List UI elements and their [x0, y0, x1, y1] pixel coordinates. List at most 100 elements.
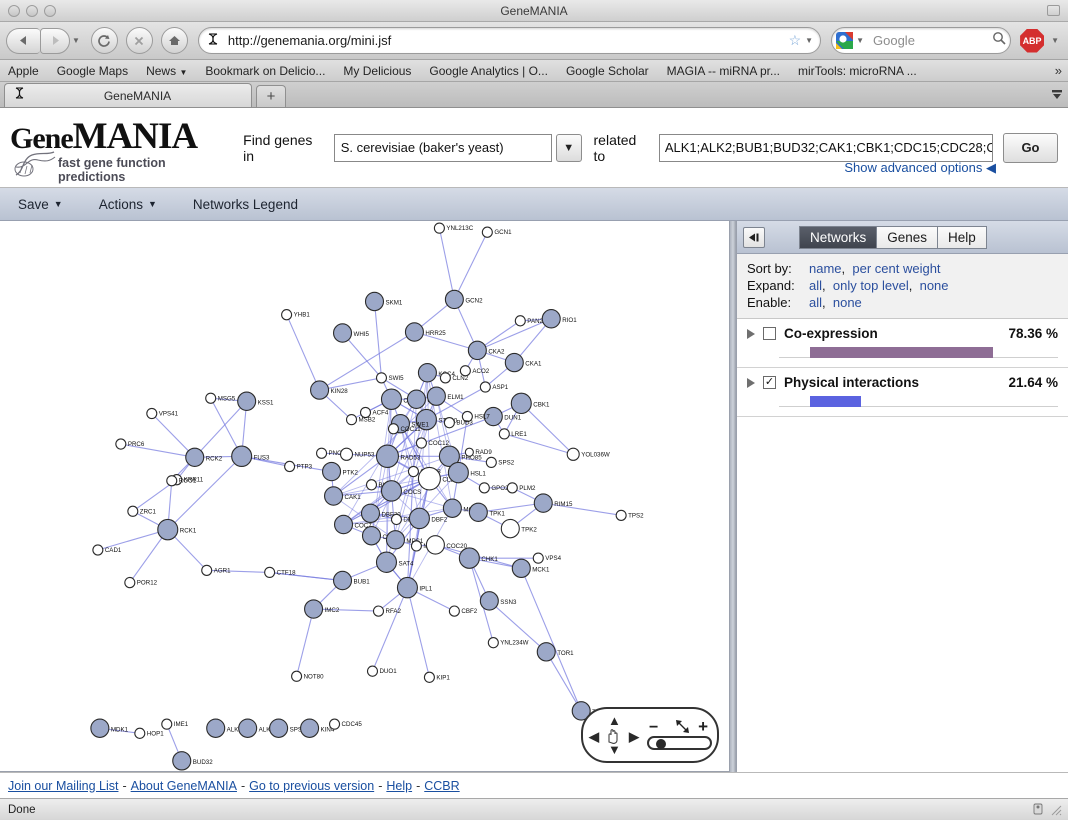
expand-top-level-link[interactable]: only top level [833, 278, 909, 293]
graph-node[interactable]: PTP3 [285, 461, 313, 471]
bookmark-apple[interactable]: Apple [8, 64, 39, 78]
tab-genemania[interactable]: GeneMANIA [4, 83, 252, 107]
graph-edge[interactable] [454, 232, 487, 299]
graph-edge[interactable] [168, 456, 242, 529]
url-text[interactable]: http://genemania.org/mini.jsf [223, 33, 787, 48]
graph-edge[interactable] [314, 609, 379, 611]
organism-select[interactable]: S. cerevisiae (baker's yeast) [334, 134, 552, 162]
graph-edge[interactable] [439, 228, 454, 299]
tab-networks[interactable]: Networks [799, 226, 877, 249]
graph-edge[interactable] [287, 315, 320, 390]
graph-node[interactable]: CDC45 [330, 719, 363, 729]
graph-edge[interactable] [546, 652, 581, 711]
graph-edge[interactable] [297, 609, 314, 676]
graph-node[interactable]: TPK1 [469, 503, 505, 521]
sort-by-name-link[interactable]: name [809, 261, 842, 276]
graph-edge[interactable] [521, 568, 581, 711]
tab-genes[interactable]: Genes [876, 226, 938, 249]
footer-link-about[interactable]: About GeneMANIA [131, 779, 237, 793]
reload-button[interactable] [91, 27, 118, 54]
graph-edge[interactable] [407, 588, 429, 678]
bookmark-star-icon[interactable]: ☆ [787, 32, 804, 49]
graph-node[interactable]: KIP1 [424, 672, 450, 682]
graph-node[interactable]: IMC2 [305, 600, 340, 618]
graph-node[interactable]: COC11 [388, 424, 421, 434]
graph-node[interactable]: GPO2 [479, 483, 509, 493]
graph-node[interactable]: PRC6 [116, 439, 145, 449]
network-graph-svg[interactable]: YNL213CGCN1GCN2HRR25PAN2RIO1CKA2CKA1SKM1… [0, 221, 729, 771]
chevron-left-icon[interactable]: ◀ [589, 729, 599, 745]
graph-node[interactable]: MSG5 [206, 393, 236, 403]
search-bar[interactable]: ▼ Google [831, 27, 1011, 54]
bookmark-google-maps[interactable]: Google Maps [57, 64, 128, 78]
graph-node[interactable]: TPS2 [616, 510, 644, 520]
expand-triangle-icon[interactable] [747, 329, 755, 339]
graph-edge[interactable] [372, 588, 407, 672]
zoom-out-button[interactable]: − [649, 719, 658, 737]
network-checkbox[interactable]: ✓ [763, 376, 776, 389]
graph-node[interactable]: NOT80 [292, 671, 324, 681]
graph-node[interactable]: NUP53 [341, 448, 375, 460]
save-menu-button[interactable]: Save ▼ [18, 197, 63, 212]
bookmark-mirtools[interactable]: mirTools: microRNA ... [798, 64, 917, 78]
graph-node[interactable]: POR12 [125, 577, 158, 587]
minimize-button[interactable] [26, 5, 38, 17]
adblock-plus-button[interactable]: ABP [1020, 29, 1044, 53]
network-row-physical-interactions[interactable]: ✓ Physical interactions 21.64 % [737, 368, 1068, 417]
graph-node[interactable]: KSS1 [238, 392, 274, 410]
graph-node[interactable]: MSB2 [347, 415, 376, 425]
pan-control[interactable]: ▲ ▼ ◀ ▶ [583, 709, 643, 761]
bookmark-my-delicious[interactable]: My Delicious [343, 64, 411, 78]
forward-button[interactable] [40, 28, 70, 54]
graph-node[interactable]: TOR1 [537, 643, 574, 661]
graph-node[interactable]: CKA1 [505, 353, 542, 371]
address-bar[interactable]: http://genemania.org/mini.jsf ☆ ▼ [198, 27, 821, 54]
graph-node[interactable]: YHB1 [282, 310, 311, 320]
bookmark-analytics[interactable]: Google Analytics | O... [429, 64, 548, 78]
gene-list-input[interactable]: ALK1;ALK2;BUB1;BUD32;CAK1;CBK1;CDC15;CDC… [659, 134, 993, 162]
network-row-co-expression[interactable]: Co-expression 78.36 % [737, 319, 1068, 368]
expand-none-link[interactable]: none [920, 278, 949, 293]
graph-node[interactable]: CTF18 [265, 567, 296, 577]
enable-all-link[interactable]: all [809, 295, 822, 310]
bookmark-delicious[interactable]: Bookmark on Delicio... [205, 64, 325, 78]
graph-node[interactable]: PAN2 [515, 316, 543, 326]
search-engine-caret[interactable]: ▼ [856, 36, 864, 45]
graph-node[interactable]: RFA2 [373, 606, 401, 616]
zoom-in-button[interactable]: + [698, 717, 708, 737]
graph-node[interactable]: ZRC1 [128, 506, 157, 516]
graph-node[interactable]: IME1 [162, 719, 189, 729]
graph-node[interactable]: HSL1 [448, 462, 486, 482]
graph-node[interactable]: SPS2 [486, 457, 514, 467]
graph-node[interactable]: ROO1 [167, 476, 197, 486]
graph-node[interactable]: BUB1 [334, 571, 371, 589]
graph-node[interactable]: GCN2 [445, 290, 483, 308]
zoom-slider[interactable] [647, 736, 712, 750]
graph-node[interactable]: SSN3 [480, 592, 517, 610]
footer-link-mailing-list[interactable]: Join our Mailing List [8, 779, 118, 793]
footer-link-previous-version[interactable]: Go to previous version [249, 779, 374, 793]
graph-node[interactable]: CBK1 [511, 393, 550, 413]
chevron-right-icon[interactable]: ▶ [629, 729, 639, 745]
graph-node[interactable]: ASP1 [480, 382, 508, 392]
expand-triangle-icon[interactable] [747, 378, 755, 388]
graph-edge[interactable] [414, 332, 477, 350]
toggle-toolbar-button[interactable] [1047, 5, 1060, 16]
graph-node[interactable]: GCN1 [482, 227, 512, 237]
graph-node[interactable]: RAD9 [465, 448, 492, 456]
close-button[interactable] [8, 5, 20, 17]
fit-to-screen-icon[interactable] [674, 718, 691, 738]
search-icon[interactable] [992, 31, 1006, 50]
actions-menu-button[interactable]: Actions ▼ [99, 197, 157, 212]
graph-node[interactable]: RCK2 [186, 448, 223, 466]
graph-node[interactable]: YOL036W [567, 448, 610, 460]
graph-node[interactable]: AGR1 [202, 565, 231, 575]
graph-node[interactable]: CBF2 [449, 606, 477, 616]
bookmark-scholar[interactable]: Google Scholar [566, 64, 649, 78]
graph-node[interactable]: BUD32 [173, 752, 213, 770]
zoom-slider-handle[interactable] [656, 739, 666, 749]
expand-all-link[interactable]: all [809, 278, 822, 293]
graph-node[interactable]: ACO2 [460, 366, 489, 376]
search-input[interactable]: Google [867, 33, 992, 48]
home-button[interactable] [161, 27, 188, 54]
